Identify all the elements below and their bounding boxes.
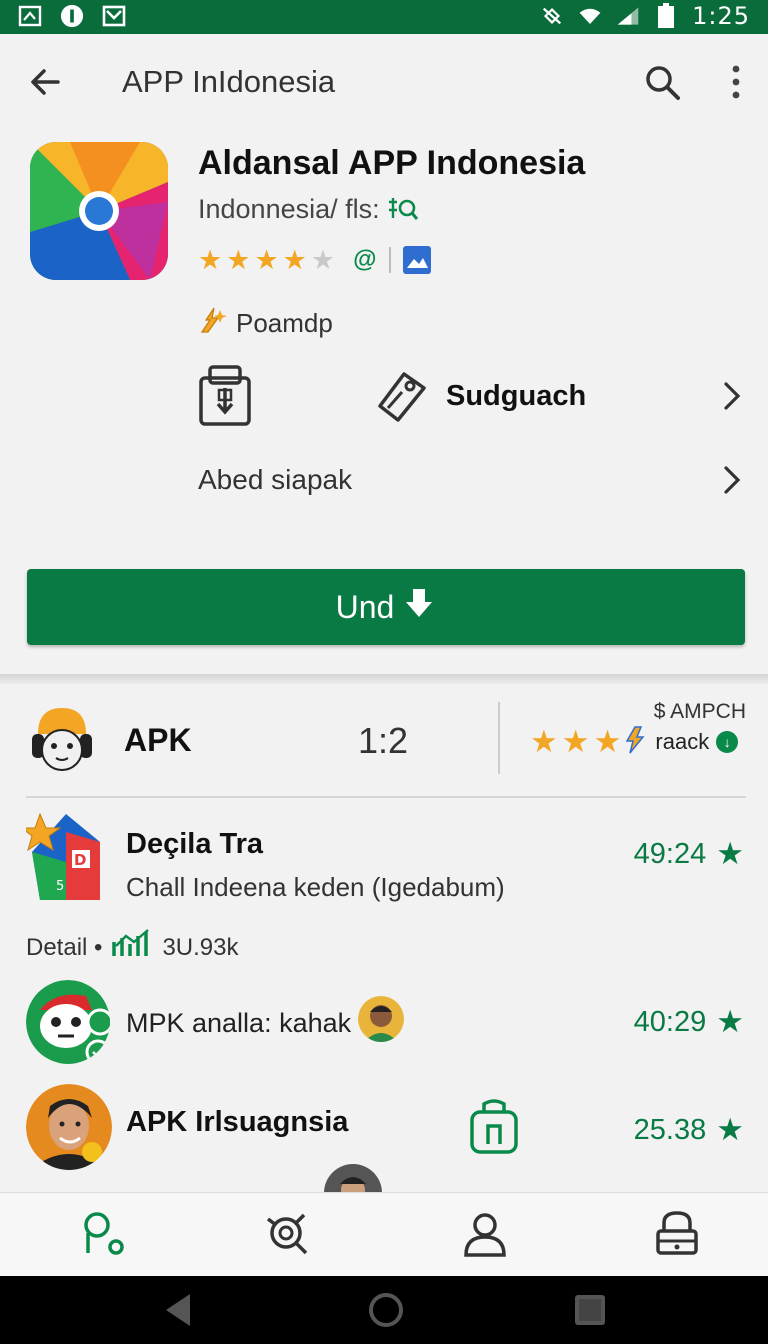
nav-library-icon[interactable] bbox=[654, 1211, 700, 1257]
list-item[interactable]: D5 Deçila Tra Chall Indeena keden (Igeda… bbox=[0, 812, 768, 922]
star-icon: ★ bbox=[561, 724, 590, 759]
item-score: 49:24 ★ bbox=[634, 836, 744, 872]
publisher-icon bbox=[387, 194, 419, 224]
stats-row: APK 1:2 $ AMPCH ★ ★ ★ raack ↓ bbox=[0, 690, 768, 790]
divider bbox=[26, 796, 746, 798]
chevron-right-icon bbox=[720, 380, 744, 412]
trending-icon bbox=[112, 928, 152, 967]
divider bbox=[498, 702, 500, 774]
chevron-right-icon bbox=[720, 464, 744, 496]
feature-label: Sudguach bbox=[446, 380, 587, 412]
star-icon: ★ bbox=[198, 244, 223, 275]
score-value: 49:24 bbox=[633, 837, 707, 870]
item-title: Deçila Tra bbox=[126, 828, 264, 860]
stats-label: APK bbox=[124, 722, 192, 758]
about-row[interactable]: Abed siapak bbox=[198, 456, 746, 504]
item-title: MPK analla: kahak bbox=[126, 1008, 352, 1038]
divider bbox=[388, 247, 391, 273]
sparkle-icon bbox=[198, 306, 228, 341]
svg-text:5: 5 bbox=[56, 879, 64, 894]
star-icon: ★ bbox=[716, 1004, 744, 1039]
stats-caption: $ AMPCH bbox=[653, 700, 746, 723]
recents-square-icon[interactable] bbox=[570, 1290, 610, 1330]
app-subtitle-text: Indonnesia/ fls: bbox=[198, 194, 380, 224]
app-icon bbox=[26, 980, 110, 1064]
page-title: APP InIdonesia bbox=[122, 64, 336, 99]
app-title: Aldansal APP Indonesia bbox=[198, 144, 586, 182]
detail-label: Detail • bbox=[26, 933, 103, 961]
mute-icon bbox=[540, 4, 564, 28]
system-navigation-bar bbox=[0, 1276, 768, 1344]
star-icon: ★ bbox=[716, 836, 744, 871]
app-icon bbox=[26, 1084, 112, 1170]
svg-text:D: D bbox=[74, 851, 86, 869]
star-icon: ★ bbox=[282, 244, 307, 275]
rating-row: ★ ★ ★ ★ ★ @ bbox=[198, 246, 431, 274]
item-title: APK Irlsuagnsia bbox=[126, 1106, 349, 1138]
bottom-navigation bbox=[0, 1192, 768, 1276]
back-triangle-icon[interactable] bbox=[160, 1290, 200, 1330]
app-logo bbox=[30, 142, 168, 280]
track-label: raack bbox=[655, 729, 710, 754]
detail-count: 3U.93k bbox=[162, 933, 239, 961]
app-icon: D5 bbox=[26, 812, 106, 904]
star-icon: ★ bbox=[716, 1112, 744, 1147]
app-bar: APP InIdonesia bbox=[0, 34, 768, 130]
download-badge-icon: ↓ bbox=[716, 731, 739, 753]
clock: 1:25 bbox=[692, 2, 750, 30]
promo-row: Poamdp bbox=[198, 306, 333, 341]
user-avatar bbox=[358, 996, 404, 1042]
editors-badge-icon: @ bbox=[353, 246, 377, 273]
detail-row: Detail • 3U.93k bbox=[26, 928, 238, 967]
star-icon: ★ bbox=[593, 724, 622, 759]
item-score: 40:29 ★ bbox=[634, 1004, 744, 1040]
screenshot-icon bbox=[18, 4, 42, 28]
wifi-icon bbox=[578, 4, 602, 28]
list-item[interactable]: MPK analla: kahak 40:29 ★ bbox=[0, 980, 768, 1070]
more-options-icon[interactable] bbox=[724, 62, 748, 104]
info-icon bbox=[60, 4, 84, 28]
section-divider bbox=[0, 674, 768, 684]
about-label: Abed siapak bbox=[198, 464, 353, 495]
item-score: 25.38 ★ bbox=[634, 1112, 744, 1148]
nav-profile-icon[interactable] bbox=[462, 1211, 508, 1257]
home-circle-icon[interactable] bbox=[366, 1290, 406, 1330]
nav-home-icon[interactable] bbox=[80, 1211, 126, 1257]
download-icon bbox=[402, 586, 436, 628]
back-arrow-icon[interactable] bbox=[26, 62, 66, 102]
developer-avatar bbox=[30, 704, 94, 774]
install-button[interactable]: Und bbox=[27, 569, 745, 645]
promo-label: Poamdp bbox=[236, 308, 333, 338]
app-lock-icon bbox=[198, 364, 252, 428]
signal-icon bbox=[616, 4, 640, 28]
mail-icon bbox=[102, 4, 126, 28]
star-icon: ★ bbox=[226, 244, 251, 275]
star-icon: ★ bbox=[530, 724, 558, 759]
image-icon bbox=[402, 246, 431, 274]
list-item[interactable]: APK Irlsuagnsia 25.38 ★ bbox=[0, 1084, 768, 1192]
tag-icon bbox=[374, 368, 430, 424]
score-value: 25.38 bbox=[633, 1113, 707, 1146]
nav-discover-icon[interactable] bbox=[264, 1211, 310, 1257]
install-label: Und bbox=[335, 588, 395, 625]
item-description: Chall Indeena keden (Igedabum) bbox=[126, 872, 505, 902]
app-subtitle: Indonnesia/ fls: bbox=[198, 194, 419, 225]
user-avatar bbox=[324, 1164, 382, 1192]
stats-rating: ★ ★ ★ raack ↓ bbox=[530, 724, 739, 760]
feature-row[interactable]: Sudguach bbox=[198, 362, 746, 430]
battery-icon bbox=[654, 3, 678, 28]
star-icon: ★ bbox=[254, 244, 279, 275]
star-empty-icon: ★ bbox=[310, 244, 336, 275]
search-icon[interactable] bbox=[642, 62, 684, 104]
version-number: 1:2 bbox=[358, 720, 409, 761]
status-bar: 1:25 bbox=[0, 0, 768, 34]
app-bag-icon bbox=[468, 1098, 520, 1156]
half-star-bolt-icon bbox=[625, 725, 647, 760]
score-value: 40:29 bbox=[633, 1005, 707, 1038]
